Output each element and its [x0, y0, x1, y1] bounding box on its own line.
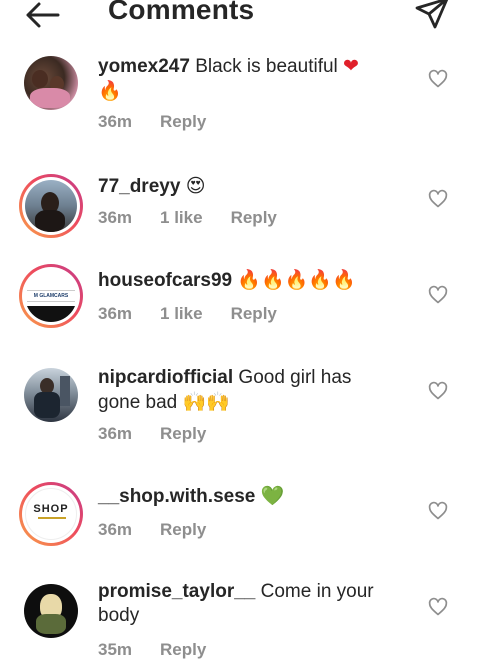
- raised-hands-emoji: 🙌🙌: [182, 391, 230, 413]
- heart-eyes-emoji: 😍: [185, 175, 206, 197]
- comment-text: houseofcars99 🔥🔥🔥🔥🔥: [98, 268, 398, 293]
- reply-button[interactable]: Reply: [231, 208, 277, 227]
- comment-timestamp: 36m: [98, 520, 133, 539]
- reply-button[interactable]: Reply: [160, 424, 206, 443]
- comment-username[interactable]: nipcardiofficial: [98, 367, 233, 388]
- avatar[interactable]: [22, 366, 80, 424]
- send-button[interactable]: [414, 0, 450, 30]
- heart-outline-icon[interactable]: [428, 501, 448, 521]
- comment-username[interactable]: __shop.with.sese: [98, 486, 255, 507]
- comment-username[interactable]: yomex247: [98, 56, 190, 77]
- comment-timestamp: 35m: [98, 640, 133, 659]
- avatar[interactable]: [19, 174, 83, 238]
- comment-text: yomex247 Black is beautiful ❤ 🔥: [98, 54, 398, 104]
- heart-outline-icon[interactable]: [428, 285, 448, 305]
- comment-username[interactable]: promise_taylor__: [98, 581, 255, 602]
- likes-count[interactable]: 1 like: [160, 208, 203, 227]
- comment-text: promise_taylor__ Come in your body: [98, 580, 398, 628]
- avatar-logo-text: M GLAMCARS: [27, 290, 75, 302]
- reply-button[interactable]: Reply: [160, 640, 206, 659]
- comment-text: nipcardiofficial Good girl has gone bad …: [98, 366, 398, 415]
- green-heart-emoji: 💚: [260, 485, 285, 507]
- page-title: Comments: [108, 0, 255, 25]
- reply-button[interactable]: Reply: [231, 304, 277, 323]
- heart-outline-icon[interactable]: [428, 69, 448, 89]
- comment-timestamp: 36m: [98, 424, 133, 443]
- avatar[interactable]: M GLAMCARS: [19, 264, 83, 328]
- comment-timestamp: 36m: [98, 304, 133, 323]
- comment-username[interactable]: houseofcars99: [98, 270, 232, 291]
- heart-outline-icon[interactable]: [428, 381, 448, 401]
- heart-outline-icon[interactable]: [428, 597, 448, 617]
- reply-button[interactable]: Reply: [160, 520, 206, 539]
- fire-emoji: 🔥: [98, 80, 122, 102]
- avatar[interactable]: SHOP: [19, 482, 83, 546]
- arrow-left-icon: [26, 2, 60, 28]
- reply-button[interactable]: Reply: [160, 112, 206, 131]
- comment-text: __shop.with.sese 💚: [98, 484, 398, 509]
- comment-message: Black is beautiful: [195, 56, 338, 77]
- avatar[interactable]: [22, 54, 80, 112]
- heart-outline-icon[interactable]: [428, 189, 448, 209]
- back-button[interactable]: [22, 0, 62, 30]
- header: Comments: [0, 0, 480, 36]
- comment-timestamp: 36m: [98, 208, 133, 227]
- avatar-logo-text: SHOP: [33, 503, 69, 515]
- paper-plane-icon: [415, 0, 449, 29]
- comment-username[interactable]: 77_dreyy: [98, 176, 180, 197]
- likes-count[interactable]: 1 like: [160, 304, 203, 323]
- comment-text: 77_dreyy 😍: [98, 174, 398, 199]
- red-heart-emoji: ❤: [343, 55, 359, 77]
- avatar[interactable]: [22, 582, 80, 640]
- comment-timestamp: 36m: [98, 112, 133, 131]
- fire-emoji: 🔥🔥🔥🔥🔥: [237, 269, 356, 291]
